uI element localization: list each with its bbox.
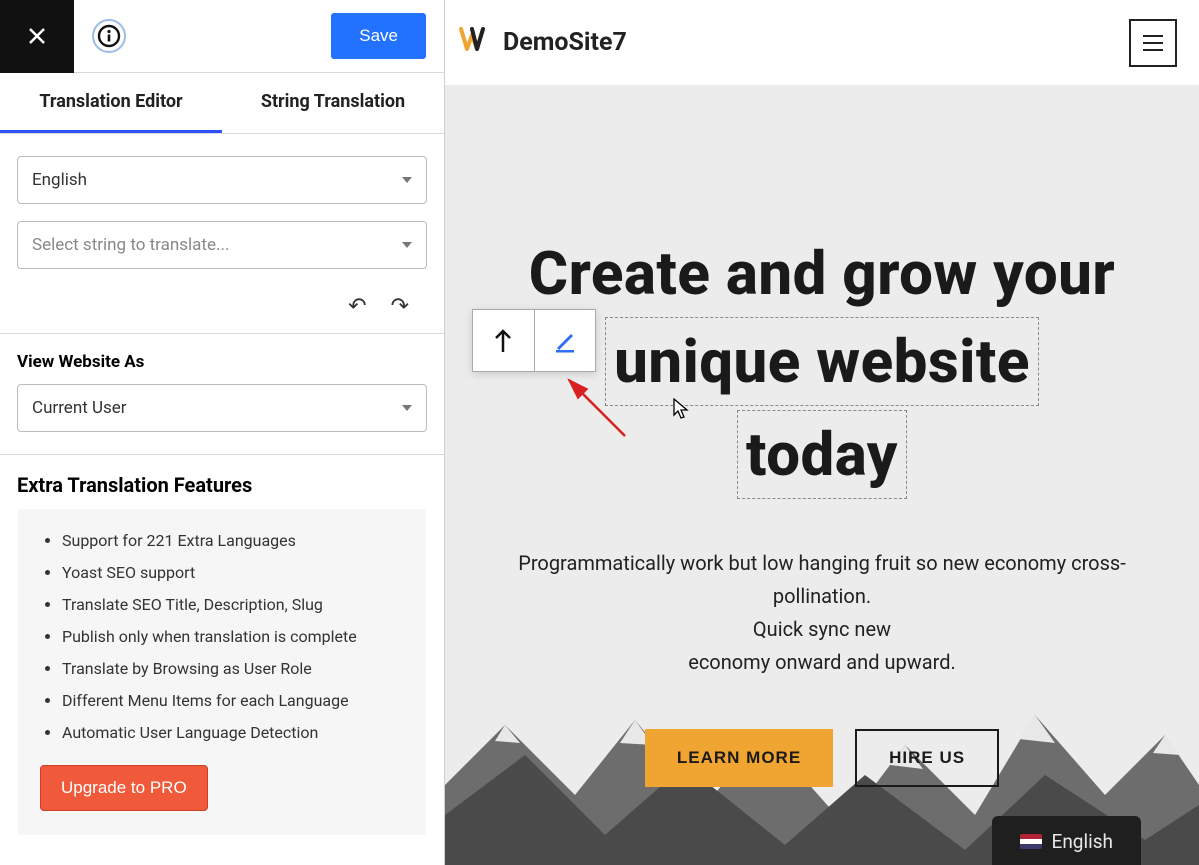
extra-features-section: Extra Translation Features Support for 2… [0, 455, 444, 853]
language-select-value: English [32, 170, 87, 190]
extra-features-list: Support for 221 Extra Languages Yoast SE… [40, 531, 404, 742]
language-switcher[interactable]: English [992, 816, 1141, 865]
tab-string-translation[interactable]: String Translation [222, 73, 444, 133]
learn-more-button[interactable]: LEARN MORE [645, 729, 833, 787]
site-title: DemoSite7 [503, 28, 627, 57]
edit-string-button[interactable] [535, 309, 597, 372]
info-icon[interactable] [74, 18, 144, 54]
hero-content: Create and grow your unique website toda… [445, 85, 1199, 787]
site-logo[interactable] [459, 27, 491, 59]
hire-us-button[interactable]: HIRE US [855, 729, 999, 787]
hero-sub-line1: Programmatically work but low hanging fr… [473, 547, 1171, 613]
close-icon [25, 24, 49, 48]
translation-sidebar: Save Translation Editor String Translati… [0, 0, 445, 865]
chevron-down-icon [402, 242, 412, 248]
hero-heading-line1: Create and grow your [473, 230, 1171, 317]
list-item: Translate by Browsing as User Role [62, 659, 404, 678]
list-item: Different Menu Items for each Language [62, 691, 404, 710]
save-button[interactable]: Save [331, 13, 426, 59]
tabs: Translation Editor String Translation [0, 73, 444, 134]
list-item: Automatic User Language Detection [62, 723, 404, 742]
us-flag-icon [1020, 834, 1042, 849]
redo-button[interactable]: ↷ [391, 294, 409, 319]
hero-section: Create and grow your unique website toda… [445, 85, 1199, 865]
pencil-icon [552, 328, 578, 354]
hero-heading-line2[interactable]: unique website [605, 317, 1039, 406]
undo-redo-bar: ↶ ↷ [17, 286, 427, 319]
chevron-down-icon [402, 405, 412, 411]
view-as-select[interactable]: Current User [17, 384, 427, 432]
hero-sub-line3: economy onward and upward. [473, 646, 1171, 679]
list-item: Yoast SEO support [62, 563, 404, 582]
string-select-placeholder: Select string to translate... [32, 235, 229, 255]
menu-button[interactable] [1129, 19, 1177, 67]
list-item: Translate SEO Title, Description, Slug [62, 595, 404, 614]
upgrade-pro-button[interactable]: Upgrade to PRO [40, 765, 208, 811]
undo-button[interactable]: ↶ [348, 294, 366, 319]
merge-up-button[interactable] [472, 309, 535, 372]
string-select[interactable]: Select string to translate... [17, 221, 427, 269]
chevron-down-icon [402, 177, 412, 183]
inline-edit-toolbar [472, 309, 596, 372]
site-header: DemoSite7 [445, 0, 1199, 85]
list-item: Support for 221 Extra Languages [62, 531, 404, 550]
view-as-title: View Website As [0, 334, 444, 384]
list-item: Publish only when translation is complet… [62, 627, 404, 646]
close-button[interactable] [0, 0, 74, 73]
translate-panel: English Select string to translate... ↶ … [0, 134, 444, 334]
extra-features-box: Support for 221 Extra Languages Yoast SE… [18, 509, 426, 835]
hero-subtext: Programmatically work but low hanging fr… [473, 547, 1171, 679]
tab-translation-editor[interactable]: Translation Editor [0, 73, 222, 133]
extra-features-title: Extra Translation Features [0, 455, 444, 509]
hero-sub-line2: Quick sync new [473, 613, 1171, 646]
arrow-up-icon [492, 327, 514, 355]
hero-heading-line3[interactable]: today [737, 410, 907, 499]
hamburger-icon [1143, 35, 1163, 51]
hero-buttons: LEARN MORE HIRE US [473, 729, 1171, 787]
site-preview: DemoSite7 Create and grow your unique we… [445, 0, 1199, 865]
language-select[interactable]: English [17, 156, 427, 204]
view-as-section: View Website As Current User [0, 334, 444, 455]
view-as-value: Current User [32, 398, 127, 418]
sidebar-topbar: Save [0, 0, 444, 73]
language-switcher-label: English [1052, 830, 1113, 853]
